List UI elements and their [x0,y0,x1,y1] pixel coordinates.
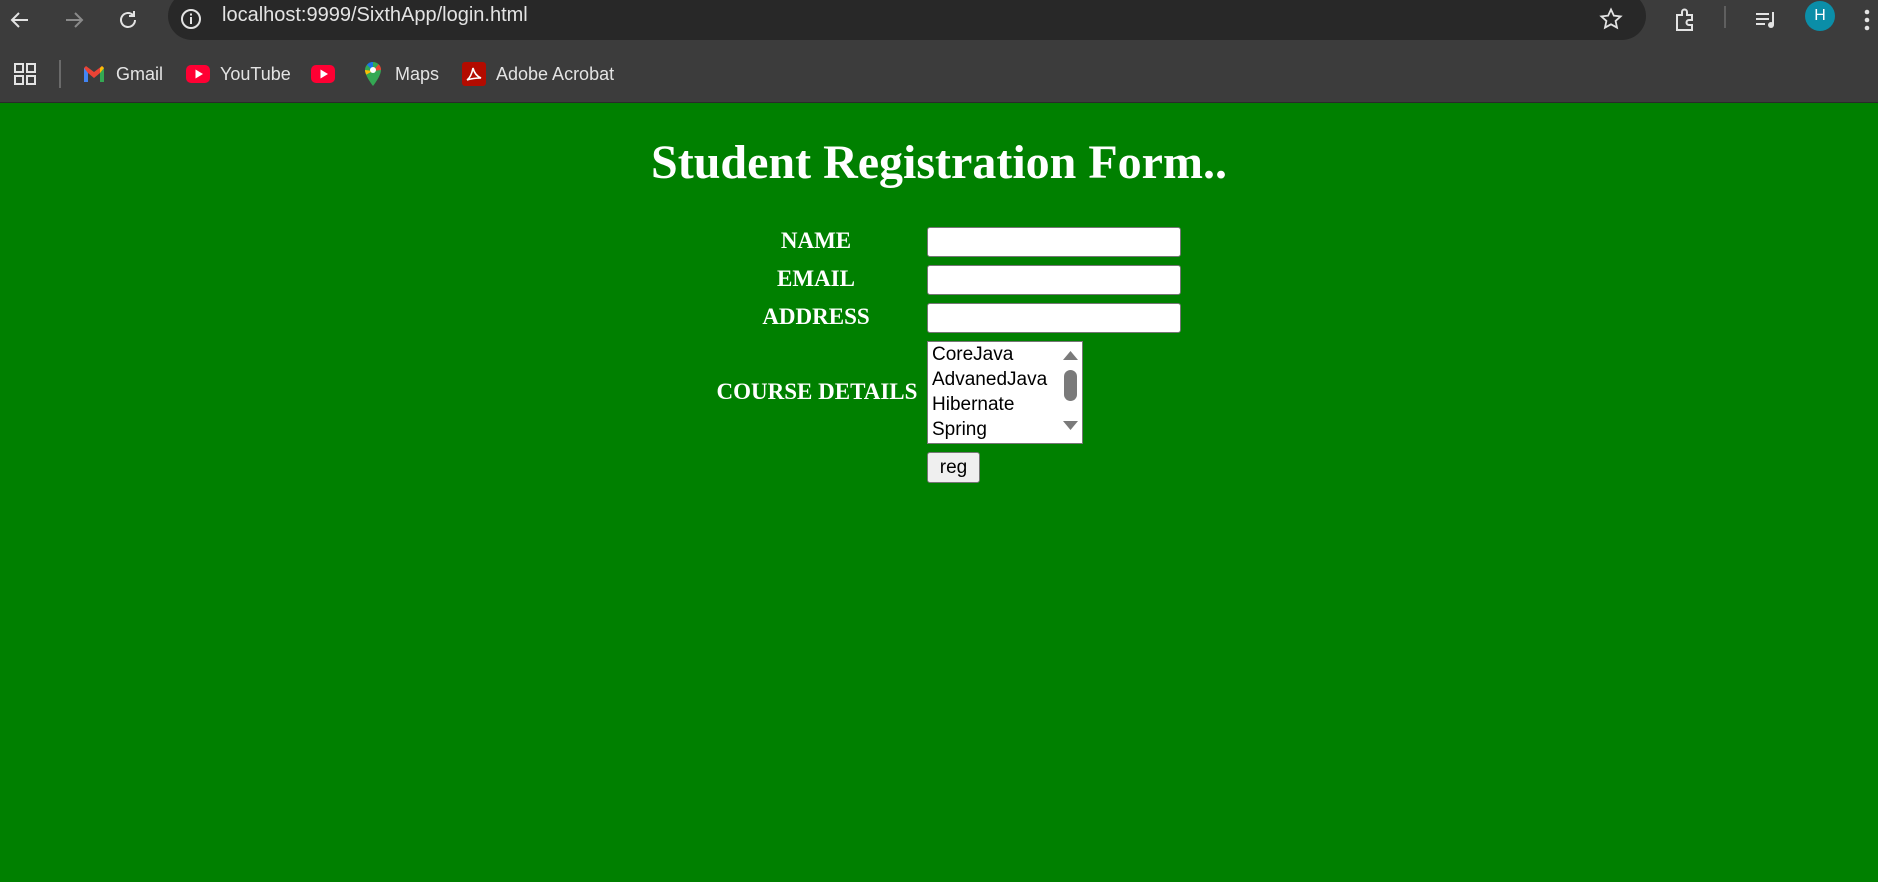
bookmark-label: Maps [395,63,440,84]
bookmark-label: YouTube [220,63,291,84]
address-bar[interactable]: localhost:9999/SixthApp/login.html [168,0,1646,40]
bookmark-gmail[interactable]: Gmail [82,60,163,88]
extensions-icon[interactable] [1670,4,1702,36]
course-option[interactable]: Hibernate [932,394,1014,416]
email-input[interactable] [927,265,1181,295]
email-label: EMAIL [777,266,855,291]
url-text[interactable]: localhost:9999/SixthApp/login.html [222,4,528,27]
course-listbox[interactable]: CoreJava AdvanedJava Hibernate Spring [927,341,1083,444]
address-input[interactable] [927,303,1181,333]
address-label: ADDRESS [762,304,870,329]
course-details-label: COURSE DETAILS [716,379,918,404]
reg-button[interactable]: reg [927,452,980,483]
acrobat-icon [462,62,486,86]
page-title: Student Registration Form.. [651,136,1227,189]
maps-icon [361,61,385,86]
back-icon[interactable] [6,6,34,34]
name-label: NAME [780,228,852,253]
forward-icon[interactable] [60,6,88,34]
menu-kebab-icon[interactable] [1856,4,1878,36]
bookmark-acrobat[interactable]: Adobe Acrobat [462,60,614,88]
scroll-up-arrow-icon[interactable] [1062,348,1079,366]
site-info-icon[interactable] [178,6,204,32]
bookmarks-divider [59,60,61,88]
youtube-icon [186,62,210,86]
bookmark-maps[interactable]: Maps [361,60,439,88]
bookmark-youtube-2[interactable] [311,60,345,88]
course-option[interactable]: AdvanedJava [932,369,1047,391]
course-option[interactable]: CoreJava [932,344,1013,366]
scroll-down-arrow-icon[interactable] [1062,419,1079,437]
youtube-icon [311,62,335,86]
bookmark-star-icon[interactable] [1598,6,1624,32]
bookmarks-bar: Gmail YouTube Maps Adobe Acrobat [0,46,1878,103]
bookmark-label: Adobe Acrobat [496,63,615,84]
bookmark-youtube[interactable]: YouTube [186,60,291,88]
toolbar-divider [1724,6,1726,28]
scrollbar-thumb[interactable] [1064,370,1077,401]
browser-toolbar: localhost:9999/SixthApp/login.html H [0,0,1878,46]
reload-icon[interactable] [114,6,142,34]
profile-avatar[interactable]: H [1805,1,1835,31]
name-input[interactable] [927,227,1181,257]
bookmark-label: Gmail [116,63,164,84]
reading-list-icon[interactable] [1750,4,1782,36]
apps-grid-icon[interactable] [12,60,38,88]
gmail-icon [82,62,106,86]
course-option[interactable]: Spring [932,419,987,441]
